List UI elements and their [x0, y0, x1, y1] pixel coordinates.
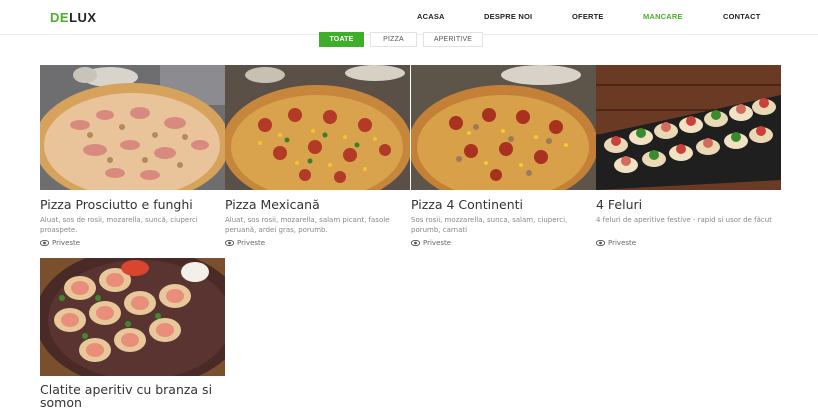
view-link[interactable]: Priveste	[410, 239, 452, 247]
card-description: Aluat, sos rosii, mozarella, salam pican…	[225, 216, 390, 234]
card-title: Pizza 4 Continenti	[411, 197, 523, 212]
card-description: 4 feluri de aperitive festive - rapid si…	[596, 216, 772, 224]
nav-item-acasa[interactable]: ACASA	[417, 12, 445, 21]
eye-icon	[410, 239, 421, 247]
eye-icon	[224, 239, 235, 247]
card-description: Sos rosii, mozzarella, sunca, salam, ciu…	[411, 216, 568, 234]
card-description: Aluat, sos de rosii, mozarella, suncă, c…	[40, 216, 198, 234]
card-title: Pizza Prosciutto e funghi	[40, 197, 193, 212]
clatite-somon-photo[interactable]	[40, 258, 225, 376]
eye-icon	[39, 239, 50, 247]
card-title: Clatite aperitiv cu branza si somon	[40, 382, 213, 410]
filter-toate-button[interactable]: TOATE	[319, 32, 364, 47]
top-navbar: DELUX ACASA DESPRE NOI OFERTE MANCARE CO…	[0, 0, 818, 35]
nav-item-contact[interactable]: CONTACT	[723, 12, 761, 21]
aperitive-4-feluri-photo[interactable]	[596, 65, 781, 190]
filter-pizza-button[interactable]: PIZZA	[370, 32, 417, 47]
view-link-label: Priveste	[608, 239, 637, 247]
card-title: Pizza Mexicană	[225, 197, 320, 212]
brand-logo-rest: LUX	[69, 10, 97, 25]
view-link[interactable]: Priveste	[39, 239, 81, 247]
view-link[interactable]: Priveste	[224, 239, 266, 247]
view-link[interactable]: Priveste	[595, 239, 637, 247]
brand-logo[interactable]: DELUX	[50, 10, 97, 25]
view-link-label: Priveste	[423, 239, 452, 247]
pizza-mexicana-photo[interactable]	[225, 65, 410, 190]
nav-item-mancare[interactable]: MANCARE	[643, 12, 683, 21]
eye-icon	[595, 239, 606, 247]
card-title: 4 Feluri	[596, 197, 643, 212]
filter-aperitive-button[interactable]: APERITIVE	[423, 32, 483, 47]
nav-item-oferte[interactable]: OFERTE	[572, 12, 604, 21]
pizza-4-continenti-photo[interactable]	[411, 65, 596, 190]
view-link-label: Priveste	[52, 239, 81, 247]
nav-item-despre-noi[interactable]: DESPRE NOI	[484, 12, 532, 21]
brand-logo-accent: DE	[50, 10, 70, 25]
pizza-prosciutto-photo[interactable]	[40, 65, 225, 190]
view-link-label: Priveste	[237, 239, 266, 247]
category-filter-bar: TOATE PIZZA APERITIVE	[0, 32, 818, 48]
